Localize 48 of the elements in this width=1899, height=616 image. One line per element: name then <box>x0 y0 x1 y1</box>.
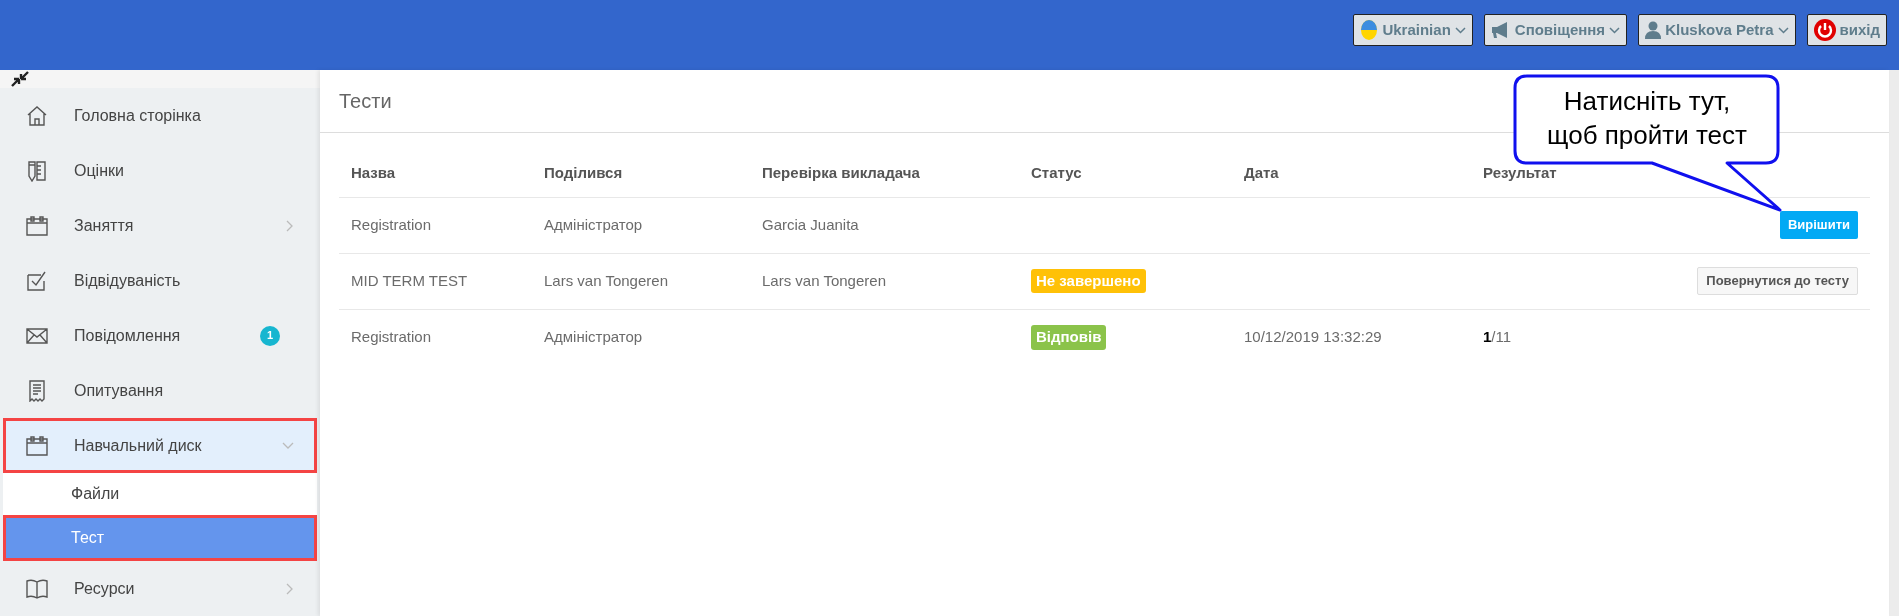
column-header: Перевірка викладача <box>750 150 1019 197</box>
book-icon <box>26 577 48 600</box>
reviewer-name: Garcia Juanita <box>762 215 859 233</box>
column-header: Поділився <box>532 150 750 197</box>
shared-by: Lars van Tongeren <box>544 271 668 289</box>
sidebar-item[interactable]: Оцінки <box>3 143 317 198</box>
test-name: Registration <box>351 215 432 233</box>
page-title: Тести <box>339 89 392 114</box>
sidebar-item[interactable]: Повідомлення 1 <box>3 308 317 363</box>
date-time: 10/12/2019 13:32:29 <box>1244 328 1382 345</box>
calendar-icon <box>26 434 48 457</box>
sidebar-subitem[interactable]: Файли <box>3 473 317 515</box>
caret-icon <box>1777 26 1789 34</box>
chevron-down-icon <box>282 441 294 450</box>
chevron-right-icon <box>286 219 294 232</box>
sidebar-item[interactable]: Відвідуваність <box>3 253 317 308</box>
pencil-ruler-icon <box>26 159 48 182</box>
test-name: MID TERM TEST <box>351 271 468 289</box>
column-header: Результат <box>1471 150 1591 197</box>
column-header: Дата <box>1232 150 1471 197</box>
caret-icon <box>1454 26 1466 34</box>
sidebar-item[interactable]: Навчальний диск <box>3 418 317 473</box>
calendar-icon <box>26 214 48 237</box>
flag-icon <box>1360 19 1379 41</box>
checkbox-icon <box>26 269 48 292</box>
unread-count-badge: 1 <box>260 325 280 346</box>
shared-by: Адміністратор <box>544 328 643 345</box>
house-icon <box>26 104 48 127</box>
collapse-icon[interactable] <box>10 71 30 87</box>
callout-text: Натисніть тут, щоб пройти тест <box>1546 85 1748 152</box>
sidebar-item[interactable]: Опитування <box>3 363 317 418</box>
chevron-right-icon <box>286 582 294 595</box>
status-badge: Відповів <box>1031 325 1107 350</box>
user-icon <box>1645 21 1662 39</box>
shared-by: Адміністратор <box>544 215 643 233</box>
sidebar-item[interactable]: Головна сторінка <box>3 88 317 143</box>
result-score: 1/11 <box>1483 328 1512 345</box>
return-to-test-button[interactable]: Повернутися до тесту <box>1697 267 1858 295</box>
power-icon <box>1813 19 1836 41</box>
sidebar-item[interactable]: Заняття <box>3 198 317 253</box>
reviewer-name: Lars van Tongeren <box>762 271 886 289</box>
column-header: Статус <box>1019 150 1232 197</box>
status-badge: Не завершено <box>1031 268 1146 294</box>
column-header: Назва <box>339 150 532 197</box>
caret-icon <box>1609 26 1621 34</box>
sidebar-item[interactable]: Ресурси <box>3 561 317 616</box>
test-name: Registration <box>351 328 432 345</box>
receipt-icon <box>26 379 48 402</box>
